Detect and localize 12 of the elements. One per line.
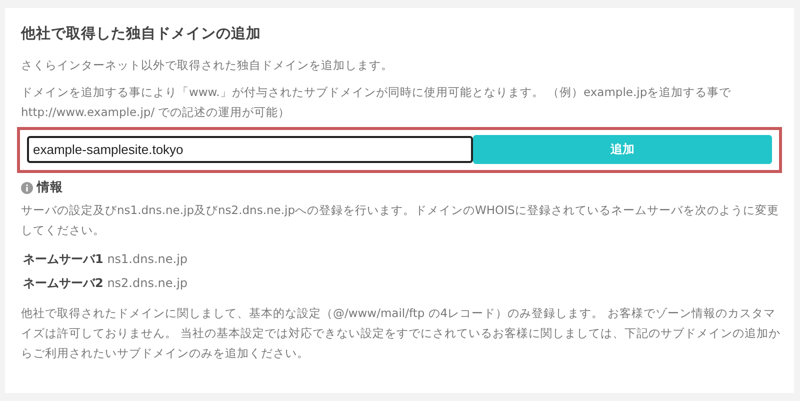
name-server-value: ns1.dns.ne.jp	[107, 252, 188, 266]
info-text: サーバの設定及びns1.dns.ne.jp及びns2.dns.ne.jpへの登録を行います。ドメインのWHOISに登録されているネームサーバを次のように変更してください。	[21, 202, 780, 239]
description-text: ドメインを追加する事により「www.」が付与されたサブドメインが同時に使用可能となります。 （例）example.jpを追加する事で http://www.example.jp/ での記述の運用が可能）	[21, 84, 732, 121]
info-icon	[21, 182, 33, 194]
section-title: 他社で取得した独自ドメインの追加	[21, 24, 262, 43]
description-text: さくらインターネット以外で取得された独自ドメインを追加します。	[21, 57, 394, 74]
name-server-label: ネームサーバ1	[23, 252, 104, 266]
name-server-label: ネームサーバ2	[23, 276, 104, 290]
domain-input-field[interactable]: example-samplesite.tokyo	[27, 136, 473, 163]
info-heading: 情報	[37, 179, 63, 196]
name-server-value: ns2.dns.ne.jp	[107, 276, 188, 290]
note-text: 他社で取得されたドメインに関しまして、基本的な設定（@/www/mail/ftp の4レコード）のみ登録します。 お客様でゾーン情報のカスタマイズは許可しておりません。 当社の基本設定では対応できない設定をすでにされているお客様に関しましては、下記のサブドメインの追加からご利用されたいサブドメインのみを追加ください。	[21, 305, 782, 362]
